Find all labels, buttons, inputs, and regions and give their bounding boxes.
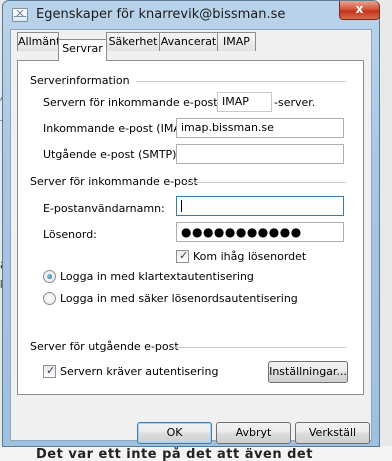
group-divider <box>136 81 346 82</box>
envelope-icon <box>12 8 28 22</box>
server-info-heading: Serverinformation <box>30 74 130 87</box>
checkmark-icon: ✓ <box>46 364 56 377</box>
password-input[interactable]: ●●●●●●●●●●● <box>176 222 344 242</box>
remember-password-label[interactable]: Kom ihåg lösenordet <box>193 250 306 263</box>
secure-password-auth-radio[interactable] <box>43 292 56 305</box>
incoming-server-heading: Server för inkommande e-post <box>30 175 198 188</box>
radio-selected-dot <box>47 274 52 279</box>
username-label: E-postanvändarnamn: <box>43 202 165 215</box>
tab-general[interactable]: Allmänt <box>17 32 60 51</box>
dialog-client-area: Allmänt Servrar Säkerhet Avancerat IMAP … <box>10 29 372 444</box>
incoming-mail-server-input[interactable]: imap.bissman.se <box>176 118 344 138</box>
password-label: Lösenord: <box>43 228 97 241</box>
dialog-title: Egenskaper för knarrevik@bissman.se <box>36 7 286 22</box>
clear-text-auth-label[interactable]: Logga in med klartextautentisering <box>60 270 254 283</box>
checkmark-icon: ✓ <box>179 249 189 262</box>
server-requires-auth-checkbox[interactable]: ✓ <box>43 365 56 378</box>
group-divider <box>185 182 346 183</box>
clear-text-auth-radio[interactable] <box>43 270 56 283</box>
tab-servers[interactable]: Servrar <box>58 39 107 61</box>
text-caret <box>181 200 182 212</box>
group-divider <box>173 347 346 348</box>
cancel-button[interactable]: Avbryt <box>216 422 291 444</box>
incoming-mail-label: Inkommande e-post (IMAP): <box>43 122 196 135</box>
servers-tab-panel: Serverinformation Servern för inkommande… <box>17 60 364 395</box>
server-type-field: IMAP <box>217 92 272 112</box>
apply-button[interactable]: Verkställ <box>295 422 370 444</box>
ok-button[interactable]: OK <box>137 422 212 444</box>
background-document-text: Det var ett inte på det att även det <box>36 447 313 461</box>
remember-password-checkbox[interactable]: ✓ <box>176 250 189 263</box>
server-type-suffix: -server. <box>274 96 316 109</box>
outgoing-server-heading: Server för utgående e-post <box>30 340 179 353</box>
tab-security[interactable]: Säkerhet <box>106 32 160 51</box>
properties-dialog: Egenskaper för knarrevik@bissman.se x Al… <box>2 0 380 447</box>
close-button[interactable]: x <box>339 1 380 20</box>
tab-imap[interactable]: IMAP <box>217 32 256 51</box>
outgoing-mail-server-input[interactable] <box>176 144 344 164</box>
tab-advanced[interactable]: Avancerat <box>159 32 218 51</box>
title-bar[interactable]: Egenskaper för knarrevik@bissman.se x <box>3 1 380 29</box>
settings-button[interactable]: Inställningar... <box>268 361 348 383</box>
server-requires-auth-label[interactable]: Servern kräver autentisering <box>60 365 218 378</box>
outgoing-mail-label: Utgående e-post (SMTP): <box>43 148 181 161</box>
secure-password-auth-label[interactable]: Logga in med säker lösenordsautentiserin… <box>60 292 298 305</box>
username-input[interactable] <box>176 196 344 216</box>
